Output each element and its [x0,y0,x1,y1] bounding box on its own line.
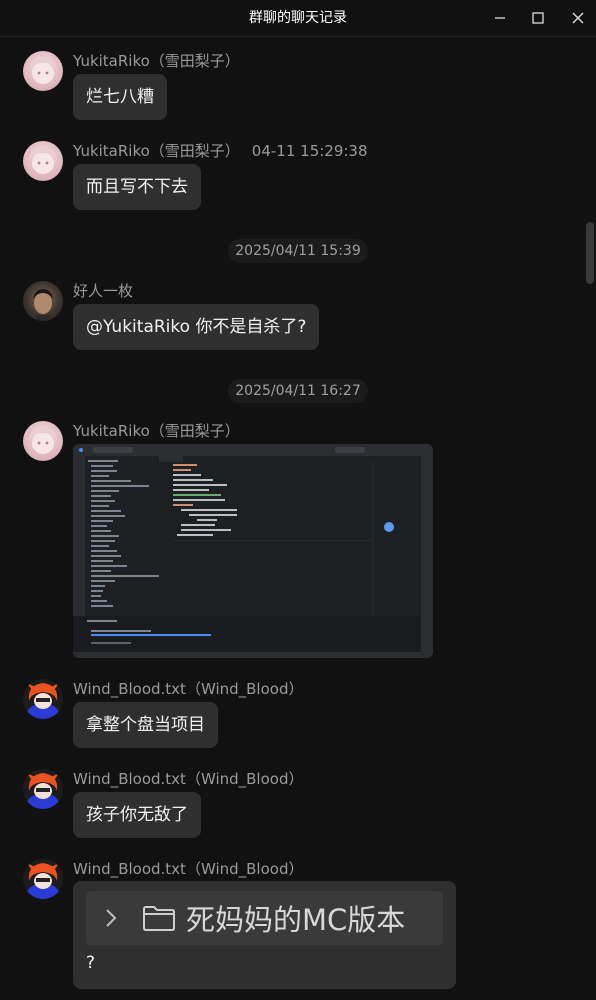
maximize-button[interactable] [518,0,558,36]
message-bubble[interactable]: 孩子你无敌了 [73,792,201,838]
sender-line: YukitaRiko（雪田梨子） 04-11 15:29:38 [73,140,368,161]
message-time: 04-11 15:29:38 [251,142,368,160]
sender-name: YukitaRiko（雪田梨子） [73,422,240,440]
folder-message-card[interactable]: 死妈妈的MC版本 ? [73,881,456,989]
avatar[interactable] [23,679,63,719]
close-button[interactable] [558,0,596,36]
avatar[interactable] [23,859,63,899]
message-bubble[interactable]: 而且写不下去 [73,164,201,210]
anime-girl-avatar-image [29,425,57,454]
folder-link[interactable]: 死妈妈的MC版本 [86,891,443,945]
close-icon [572,12,584,24]
maximize-icon [532,12,544,24]
avatar[interactable] [23,281,63,321]
ide-screenshot-image [73,444,433,658]
sender-name: Wind_Blood.txt（Wind_Blood） [73,680,304,698]
image-message[interactable] [73,444,433,658]
sender-name: YukitaRiko（雪田梨子） [73,142,240,160]
person-photo-avatar-image [33,289,53,321]
title-bar: 群聊的聊天记录 [0,0,596,37]
avatar[interactable] [23,421,63,461]
time-divider: 2025/04/11 16:27 [228,379,368,403]
sender-name: Wind_Blood.txt（Wind_Blood） [73,860,304,878]
sender-name: 好人一枚 [73,282,134,300]
anime-girl-avatar-image [29,55,57,84]
message-text: ? [86,953,96,973]
red-hair-character-avatar-image [23,679,63,719]
folder-icon [143,906,175,931]
scrollbar-thumb[interactable] [586,222,594,284]
red-hair-character-avatar-image [23,769,63,809]
chevron-right-icon [106,909,117,927]
anime-girl-avatar-image [29,145,57,174]
avatar[interactable] [23,51,63,91]
minimize-icon [495,17,505,19]
red-hair-character-avatar-image [23,859,63,899]
message-bubble[interactable]: 烂七八糟 [73,74,167,120]
sender-name: Wind_Blood.txt（Wind_Blood） [73,770,304,788]
avatar[interactable] [23,141,63,181]
time-divider: 2025/04/11 15:39 [228,239,368,263]
minimize-button[interactable] [480,0,520,36]
sender-name: YukitaRiko（雪田梨子） [73,52,240,70]
avatar[interactable] [23,769,63,809]
message-bubble[interactable]: @YukitaRiko 你不是自杀了? [73,304,320,350]
folder-name: 死妈妈的MC版本 [186,903,406,937]
message-bubble[interactable]: 拿整个盘当项目 [73,702,218,748]
